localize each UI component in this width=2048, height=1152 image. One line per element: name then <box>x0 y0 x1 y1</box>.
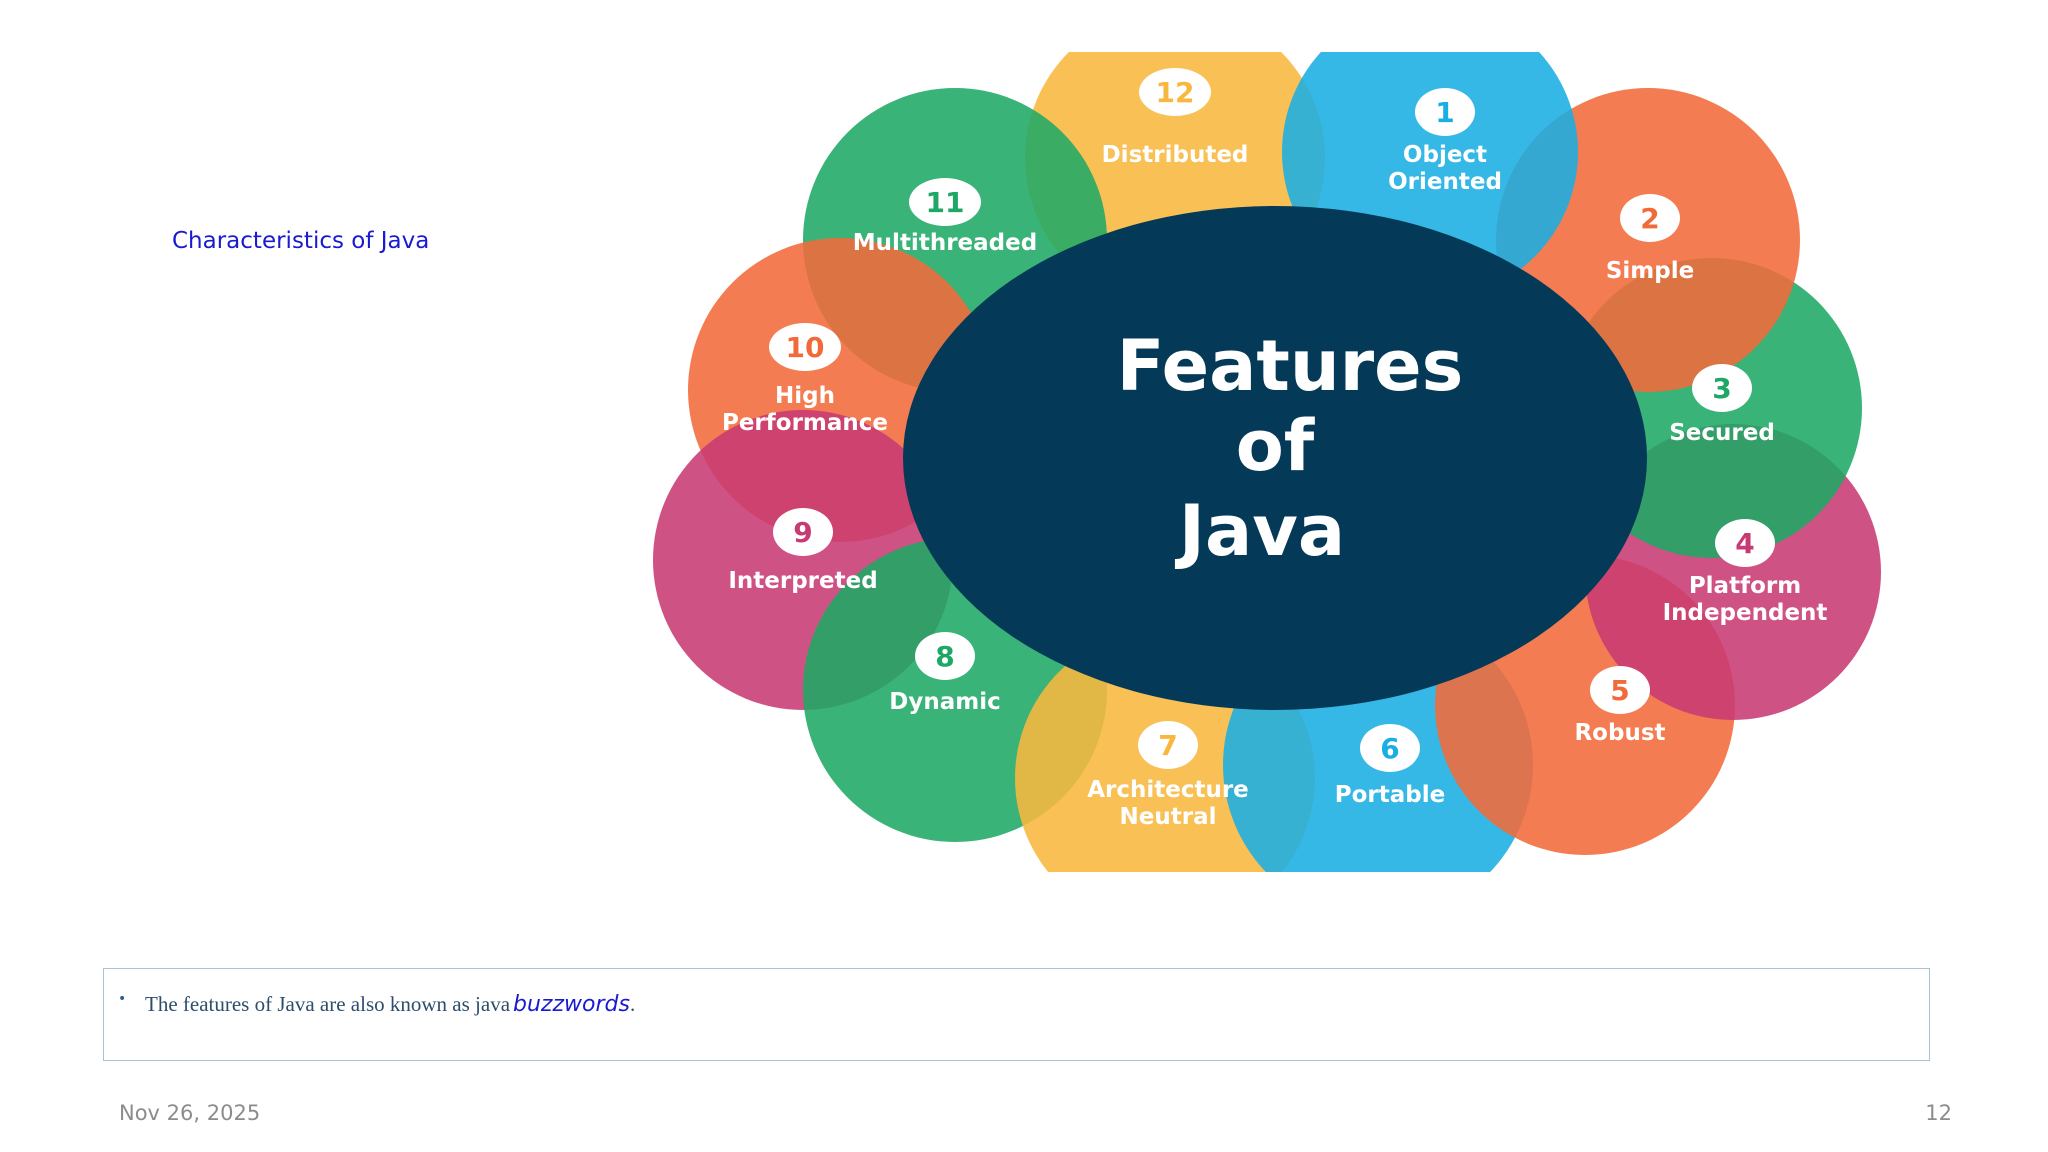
feature-number: 2 <box>1640 202 1659 235</box>
note-emphasis: buzzwords <box>513 992 630 1017</box>
feature-number: 10 <box>786 331 825 364</box>
feature-label: Platform <box>1689 573 1801 599</box>
feature-number: 1 <box>1435 96 1454 129</box>
bullet-icon: • <box>118 991 127 1007</box>
feature-label: Portable <box>1335 782 1445 808</box>
feature-label: Object <box>1403 142 1487 168</box>
note-main-text: The features of Java are also known as j… <box>145 992 511 1016</box>
feature-number: 4 <box>1735 527 1754 560</box>
feature-number: 12 <box>1156 76 1195 109</box>
note-box: • The features of Java are also known as… <box>103 968 1930 1061</box>
note-period: . <box>629 992 636 1016</box>
footer-date: Nov 26, 2025 <box>119 1101 261 1125</box>
page-number: 12 <box>1925 1101 1952 1125</box>
feature-label: Independent <box>1663 600 1828 626</box>
feature-number: 3 <box>1712 372 1731 405</box>
feature-number: 7 <box>1158 729 1177 762</box>
feature-label: Interpreted <box>728 568 877 594</box>
feature-label: High <box>775 383 835 409</box>
note-text: The features of Java are also known as j… <box>145 992 635 1017</box>
feature-number: 6 <box>1380 732 1399 765</box>
feature-label: Multithreaded <box>853 230 1037 256</box>
feature-number: 8 <box>935 640 954 673</box>
feature-label: Architecture <box>1087 777 1249 803</box>
feature-label: Simple <box>1606 258 1694 284</box>
feature-number: 9 <box>793 516 812 549</box>
center-title-line: of <box>1236 405 1316 487</box>
center-title-line: Features <box>1117 325 1464 407</box>
feature-number: 11 <box>926 186 965 219</box>
feature-label: Neutral <box>1120 804 1217 830</box>
feature-label: Performance <box>722 410 888 436</box>
center-title-line: Java <box>1175 490 1345 572</box>
feature-label: Dynamic <box>889 689 1000 715</box>
feature-label: Oriented <box>1388 169 1502 195</box>
feature-label: Robust <box>1574 720 1665 746</box>
feature-number: 5 <box>1610 674 1629 707</box>
feature-label: Secured <box>1669 420 1775 446</box>
feature-label: Distributed <box>1102 142 1249 168</box>
